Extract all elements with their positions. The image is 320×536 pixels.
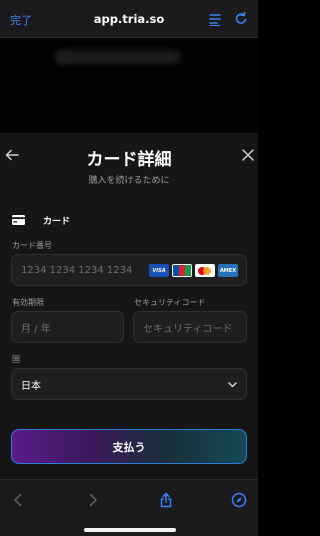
country-select[interactable]: 日本 [11,368,247,400]
blurred-header-text [60,50,180,64]
forward-arrow-icon[interactable] [85,492,101,508]
expiry-field[interactable]: 月 / 年 [11,311,124,343]
jcb-logo [172,264,192,277]
sheet-title: カード詳細 [86,150,172,170]
amex-logo: AMEX [218,264,238,277]
cvc-label: セキュリティコード [134,298,206,307]
card-brand-logos: VISA AMEX [149,264,238,277]
pay-button[interactable]: 支払う [11,429,247,464]
mastercard-logo [195,264,215,277]
expiry-placeholder: 月 / 年 [21,323,51,335]
country-label: 国 [12,355,20,364]
card-number-field[interactable]: 1234 1234 1234 1234 VISA AMEX [11,254,247,286]
reload-icon[interactable] [233,11,249,27]
chevron-down-icon [227,379,238,390]
visa-logo: VISA [149,264,169,277]
card-number-label: カード番号 [12,241,52,250]
browser-top-bar: 完了 app.tria.so [0,0,258,38]
reader-icon[interactable] [207,11,223,27]
cvc-field[interactable]: セキュリティコード [133,311,247,343]
expiry-label: 有効期限 [12,298,44,307]
sheet-subtitle: 購入を続けるために [88,176,170,186]
cvc-placeholder: セキュリティコード [143,323,233,335]
page-backdrop [0,38,258,133]
back-arrow-icon[interactable] [10,492,26,508]
compass-icon[interactable] [231,492,247,508]
card-details-sheet: カード詳細 購入を続けるために カード カード番号 1234 1234 1234… [0,133,258,479]
payment-method-label: カード [43,216,71,227]
card-number-placeholder: 1234 1234 1234 1234 [21,264,133,276]
share-icon[interactable] [158,492,174,508]
country-value: 日本 [21,380,41,392]
home-indicator [84,528,176,532]
credit-card-icon [12,215,25,225]
payment-method-card[interactable]: カード [12,213,70,227]
browser-bottom-bar [0,479,258,536]
